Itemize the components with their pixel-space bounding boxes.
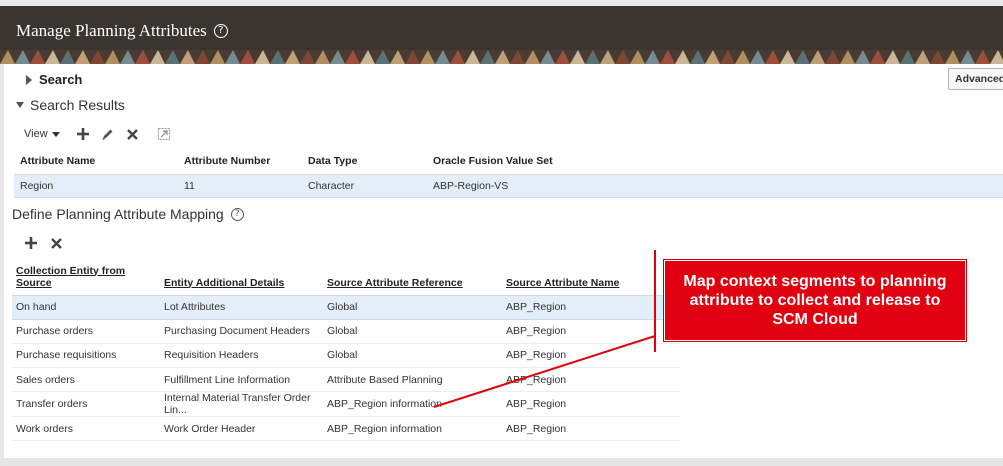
- table-cell: ABP_Region: [502, 391, 680, 418]
- table-cell: Sales orders: [12, 367, 160, 393]
- mapping-toolbar: [24, 236, 74, 250]
- table-cell: ABP_Region: [502, 367, 680, 393]
- table-row[interactable]: On hand Lot Attributes Global ABP_Region: [12, 294, 680, 320]
- column-header-label: Source Attribute Reference: [327, 276, 463, 289]
- table-cell: Global: [323, 319, 502, 344]
- attribute-mapping-table: Collection Entity from Source Entity Add…: [12, 260, 680, 442]
- view-menu-label: View: [24, 128, 48, 140]
- table-cell: Character: [302, 173, 427, 198]
- table-cell: Requisition Headers: [160, 343, 323, 369]
- column-header[interactable]: Attribute Number: [178, 148, 302, 175]
- column-header[interactable]: Data Type: [302, 148, 427, 175]
- delete-icon[interactable]: [126, 127, 140, 141]
- delete-icon[interactable]: [49, 236, 63, 250]
- column-header[interactable]: Collection Entity from Source: [12, 260, 160, 296]
- mapping-section-header: Define Planning Attribute Mapping ?: [12, 206, 244, 222]
- table-cell: Region: [14, 173, 178, 198]
- page-header: Manage Planning Attributes ?: [0, 6, 1003, 64]
- table-cell: ABP_Region: [502, 319, 680, 344]
- advanced-button[interactable]: Advanced: [948, 68, 1003, 90]
- search-label: Search: [39, 72, 83, 87]
- edit-icon[interactable]: [101, 127, 115, 141]
- table-cell: Purchase requisitions: [12, 343, 160, 369]
- help-icon[interactable]: ?: [230, 207, 244, 221]
- column-header-label: Source Attribute Name: [506, 276, 620, 289]
- table-row[interactable]: Transfer orders Internal Material Transf…: [12, 391, 680, 418]
- table-row[interactable]: Purchase requisitions Requisition Header…: [12, 343, 680, 369]
- column-header[interactable]: Entity Additional Details: [160, 260, 323, 296]
- column-header-label: Collection Entity from Source: [16, 264, 126, 289]
- table-cell: ABP_Region: [502, 294, 680, 320]
- chevron-down-icon: [51, 131, 60, 137]
- table-header-row: Attribute Name Attribute Number Data Typ…: [14, 148, 1003, 175]
- table-cell: Attribute Based Planning: [323, 367, 502, 393]
- table-cell: 11: [178, 173, 302, 198]
- page-title-text: Manage Planning Attributes: [16, 21, 207, 40]
- table-cell: ABP-Region-VS: [427, 173, 1003, 198]
- table-row[interactable]: Region 11 Character ABP-Region-VS: [14, 173, 1003, 198]
- table-header-row: Collection Entity from Source Entity Add…: [12, 260, 680, 296]
- table-cell: Global: [323, 294, 502, 320]
- table-cell: ABP_Region information: [323, 391, 502, 418]
- table-cell: Transfer orders: [12, 391, 160, 418]
- decorative-banner: [0, 50, 1003, 64]
- table-row[interactable]: Work orders Work Order Header ABP_Region…: [12, 416, 680, 442]
- table-cell: Work Order Header: [160, 416, 323, 442]
- add-icon[interactable]: [76, 127, 90, 141]
- table-cell: Fulfillment Line Information: [160, 367, 323, 393]
- table-cell: Work orders: [12, 416, 160, 442]
- table-row[interactable]: Sales orders Fulfillment Line Informatio…: [12, 367, 680, 393]
- table-cell: Purchasing Document Headers: [160, 319, 323, 344]
- column-header[interactable]: Source Attribute Reference: [323, 260, 502, 296]
- column-header-label: Entity Additional Details: [164, 276, 285, 289]
- view-menu[interactable]: View: [24, 128, 60, 140]
- callout-box: Map context segments to planning attribu…: [663, 259, 967, 342]
- table-cell: Global: [323, 343, 502, 369]
- column-header[interactable]: Oracle Fusion Value Set: [427, 148, 1003, 175]
- collapse-icon: [16, 102, 24, 108]
- table-cell: On hand: [12, 294, 160, 320]
- planning-attributes-table: Attribute Name Attribute Number Data Typ…: [14, 148, 1003, 198]
- column-header[interactable]: Attribute Name: [14, 148, 178, 175]
- footer-strip: [0, 458, 1003, 466]
- column-header[interactable]: Source Attribute Name: [502, 260, 680, 296]
- table-cell: ABP_Region: [502, 416, 680, 442]
- help-icon[interactable]: ?: [213, 24, 228, 38]
- table-cell: Purchase orders: [12, 319, 160, 344]
- mapping-title: Define Planning Attribute Mapping: [12, 206, 224, 222]
- table-cell: Internal Material Transfer Order Lin...: [160, 391, 323, 418]
- results-toolbar: View: [24, 127, 182, 141]
- detach-icon[interactable]: [157, 127, 171, 141]
- table-cell: Lot Attributes: [160, 294, 323, 320]
- search-section-toggle[interactable]: Search: [26, 72, 82, 87]
- table-cell: ABP_Region information: [323, 416, 502, 442]
- table-cell: ABP_Region: [502, 343, 680, 369]
- expand-icon: [26, 74, 32, 85]
- search-results-title: Search Results: [30, 97, 125, 113]
- add-icon[interactable]: [24, 236, 38, 250]
- page-title: Manage Planning Attributes ?: [16, 21, 228, 41]
- search-results-toggle[interactable]: Search Results: [16, 97, 125, 113]
- table-row[interactable]: Purchase orders Purchasing Document Head…: [12, 319, 680, 344]
